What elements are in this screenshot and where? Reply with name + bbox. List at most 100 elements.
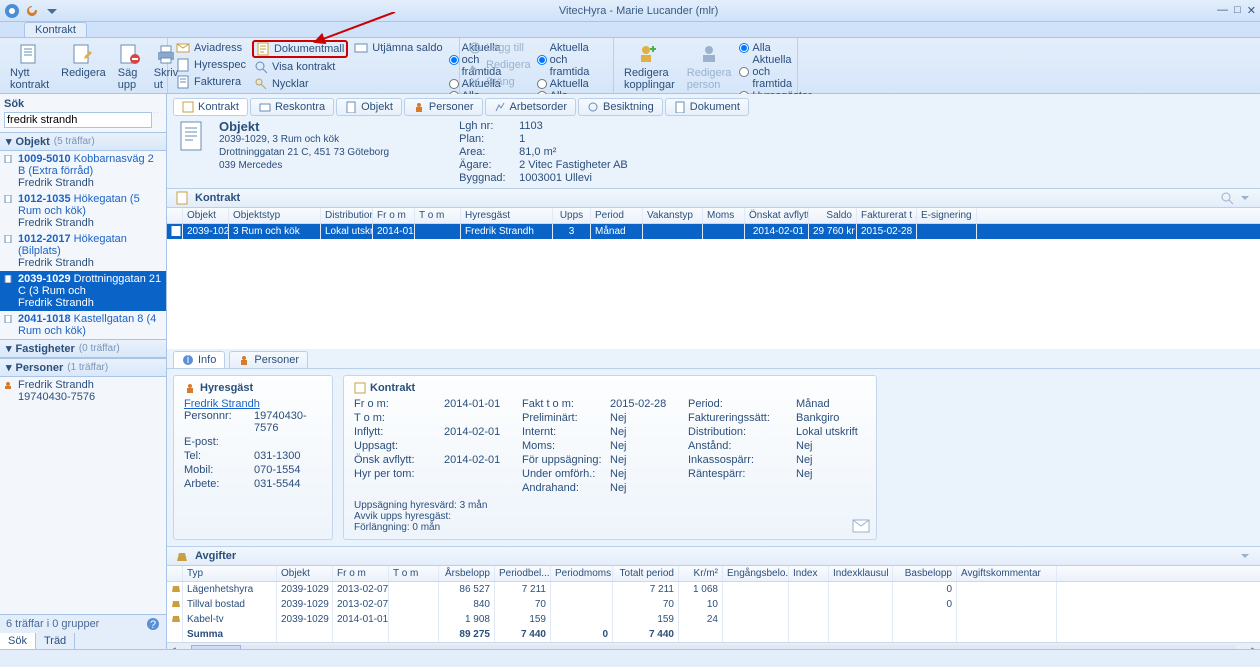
radio-pers-alla[interactable]: Alla [739, 42, 811, 54]
scroll-left-icon[interactable]: ◂ [167, 643, 179, 649]
sidepanel-objekt-header[interactable]: ▾ Objekt (5 träffar) [0, 132, 166, 151]
sidebar-item-objekt[interactable]: 2039-1029 Drottninggatan 21 C (3 Rum och… [0, 271, 166, 311]
col-header[interactable]: Saldo [809, 208, 857, 223]
avgifter-row[interactable]: Tillval bostad2039-10292013-02-078407070… [167, 597, 1260, 612]
contract-icon [175, 191, 189, 205]
col-header[interactable]: Vakanstyp [643, 208, 703, 223]
sidepanel-personer-header[interactable]: ▾ Personer (1 träffar) [0, 358, 166, 377]
col-header[interactable]: Periodmoms [551, 566, 613, 581]
col-header[interactable]: E-signering [917, 208, 977, 223]
qat-dropdown-icon[interactable] [44, 3, 60, 19]
sidepanel-fastigheter-header[interactable]: ▾ Fastigheter (0 träffar) [0, 339, 166, 358]
mail-icon[interactable] [852, 519, 870, 533]
col-header[interactable]: Period [591, 208, 643, 223]
col-header[interactable]: Hyresgäst [461, 208, 553, 223]
col-header[interactable]: Kr/m² [679, 566, 723, 581]
col-header[interactable]: Basbelopp [893, 566, 957, 581]
col-header[interactable]: Avgiftskommentar [957, 566, 1057, 581]
hyresspec-button[interactable]: Hyresspec [174, 57, 248, 73]
sidebar-item-person[interactable]: Fredrik Strandh19740430-7576 [0, 377, 166, 405]
scroll-thumb[interactable] [191, 645, 241, 650]
tab-personer[interactable]: Personer [229, 351, 308, 368]
doc-icon [4, 315, 12, 323]
subtab-personer[interactable]: Personer [404, 98, 483, 116]
col-header[interactable]: Index [789, 566, 829, 581]
sidebar-item-objekt[interactable]: 2041-1018 Kastellgatan 8 (4 Rum och kök) [0, 311, 166, 339]
col-header[interactable]: Fr o m [333, 566, 389, 581]
sidebar-item-objekt[interactable]: 1012-1035 Hökegatan (5 Rum och kök)Fredr… [0, 191, 166, 231]
tab-info[interactable]: iInfo [173, 351, 225, 368]
tab-icon [345, 101, 357, 113]
sag-upp-button[interactable]: Säg upp [114, 40, 146, 93]
dokumentmall-button[interactable]: Dokumentmall [252, 40, 348, 58]
ribbon-tabstrip: Kontrakt [0, 22, 1260, 38]
stang-button: Stäng [466, 74, 533, 90]
scroll-right-icon[interactable]: ▸ [1248, 643, 1260, 649]
sidebar-item-objekt[interactable]: 1009-5010 Kobbarnasväg 2 B (Extra förråd… [0, 151, 166, 191]
maximize-button[interactable]: □ [1234, 4, 1241, 17]
close-button[interactable]: ✕ [1247, 4, 1256, 17]
col-header[interactable]: Periodbel... [495, 566, 551, 581]
redigera-kopplingar-button[interactable]: Redigera kopplingar [620, 40, 679, 93]
col-header[interactable]: Totalt period [613, 566, 679, 581]
redigera-button[interactable]: Redigera [57, 40, 110, 81]
search-dropdown-icon[interactable] [161, 112, 162, 126]
col-header[interactable]: Distribution [321, 208, 373, 223]
col-header[interactable] [167, 566, 183, 581]
col-header[interactable]: T o m [415, 208, 461, 223]
help-icon[interactable]: ? [146, 617, 160, 631]
col-header[interactable]: Fakturerat t ... [857, 208, 917, 223]
col-header[interactable]: Årsbelopp [439, 566, 495, 581]
refresh-icon[interactable] [24, 3, 40, 19]
search-kontrakt-icon[interactable] [1220, 191, 1234, 205]
col-header[interactable] [167, 208, 183, 223]
col-header[interactable]: Objekt [277, 566, 333, 581]
subtab-dokument[interactable]: Dokument [665, 98, 749, 116]
sidebar-tab-sok[interactable]: Sök [0, 633, 36, 649]
col-header[interactable]: Upps [553, 208, 591, 223]
hyresgast-name-link[interactable]: Fredrik Strandh [184, 398, 260, 410]
radio-avg-aktuella[interactable]: Aktuella [537, 78, 607, 90]
radio-pers-aktuella-framtida[interactable]: Aktuella och framtida [739, 54, 811, 90]
col-header[interactable] [1057, 566, 1260, 581]
subtab-reskontra[interactable]: Reskontra [250, 98, 334, 116]
minimize-button[interactable]: — [1217, 4, 1228, 17]
ribbon-tab-kontrakt[interactable]: Kontrakt [24, 22, 87, 37]
lagg-till-button: Lägg till [466, 40, 533, 56]
horizontal-scrollbar[interactable]: ◂ ▸ [167, 642, 1260, 649]
visa-kontrakt-button[interactable]: Visa kontrakt [252, 59, 348, 75]
col-header[interactable]: Engångsbelo... [723, 566, 789, 581]
col-header[interactable]: Objekt [183, 208, 229, 223]
col-header[interactable]: Önskat avflytt... [745, 208, 809, 223]
object-header: Objekt 2039-1029, 3 Rum och kök Drottnin… [167, 116, 1260, 188]
avgifter-row[interactable]: Kabel-tv2039-10292014-01-011 90815915924 [167, 612, 1260, 627]
subtab-arbetsorder[interactable]: Arbetsorder [485, 98, 576, 116]
avgifter-row[interactable]: Lägenhetshyra2039-10292013-02-0786 5277 … [167, 582, 1260, 597]
search-input[interactable] [4, 112, 152, 128]
kontrakt-grid-row[interactable]: 2039-10293 Rum och kökLokal utskrift2014… [167, 224, 1260, 239]
col-header[interactable]: T o m [389, 566, 439, 581]
col-header[interactable]: Moms [703, 208, 745, 223]
utjamna-saldo-button[interactable]: Utjämna saldo [352, 40, 444, 56]
nytt-kontrakt-button[interactable]: Nytt kontrakt [6, 40, 53, 93]
fakturera-button[interactable]: Fakturera [174, 74, 248, 90]
nycklar-button[interactable]: Nycklar [252, 76, 348, 92]
expand-avgifter-icon[interactable] [1238, 549, 1252, 563]
search-options-icon[interactable] [157, 112, 158, 126]
kontrakt-kv: Fr o m:2014-01-01Fakt t o m:2015-02-28Pe… [354, 398, 866, 494]
subtab-kontrakt[interactable]: Kontrakt [173, 98, 248, 116]
col-header[interactable]: Typ [183, 566, 277, 581]
col-header[interactable]: Fr o m [373, 208, 415, 223]
sidebar-tab-trad[interactable]: Träd [36, 633, 75, 649]
col-header[interactable]: Indexklausul [829, 566, 893, 581]
search-icon[interactable] [154, 112, 155, 126]
radio-avg-aktuella-framtida[interactable]: Aktuella och framtida [537, 42, 607, 78]
subtab-objekt[interactable]: Objekt [336, 98, 402, 116]
expand-kontrakt-icon[interactable] [1238, 191, 1252, 205]
subtab-besiktning[interactable]: Besiktning [578, 98, 663, 116]
aviadress-button[interactable]: Aviadress [174, 40, 248, 56]
sidebar-item-objekt[interactable]: 1012-2017 Hökegatan (Bilplats)Fredrik St… [0, 231, 166, 271]
sidebar-status: 6 träffar i 0 grupper ? [0, 615, 166, 633]
kontrakt-card: Kontrakt Fr o m:2014-01-01Fakt t o m:201… [343, 375, 877, 540]
col-header[interactable]: Objektstyp [229, 208, 321, 223]
